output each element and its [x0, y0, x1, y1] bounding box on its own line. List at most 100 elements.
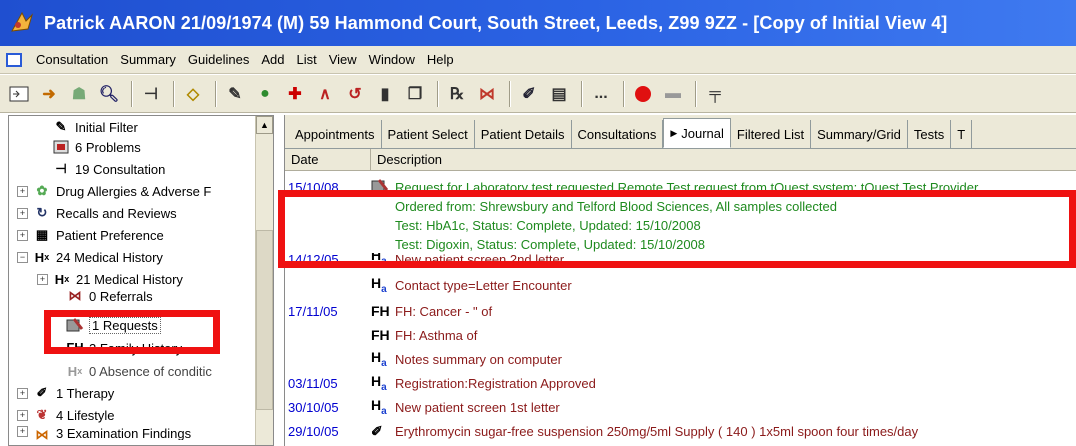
toolbar-separator	[509, 80, 511, 107]
entry-date: 17/11/05	[288, 303, 338, 319]
tree-item-recalls[interactable]: + ↻ Recalls and Reviews	[17, 202, 177, 224]
tree-item-lifestyle[interactable]: + ❦ 4 Lifestyle	[17, 404, 115, 426]
tree-item-examination[interactable]: + ⋈ 3 Examination Findings	[17, 426, 191, 440]
menu-view[interactable]: View	[323, 52, 363, 67]
search-patient-icon[interactable]: 🔍︎	[96, 81, 122, 107]
people-icon[interactable]: ☗	[66, 81, 92, 107]
consultation-icon: ⊣	[55, 161, 67, 176]
referral-icon: ⋈	[68, 288, 82, 303]
expand-toggle[interactable]: +	[17, 185, 28, 197]
tree-item-consultation[interactable]: ⊣ 19 Consultation	[51, 158, 165, 180]
menu-add[interactable]: Add	[255, 52, 290, 67]
tab-overflow[interactable]: T	[951, 120, 973, 148]
menu-help[interactable]: Help	[421, 52, 460, 67]
menu-summary[interactable]: Summary	[114, 52, 182, 67]
problems-icon	[51, 138, 71, 156]
expand-toggle[interactable]: +	[17, 207, 28, 219]
journal-panel: Appointments Patient Select Patient Deta…	[284, 115, 1076, 446]
scrollbar-thumb[interactable]	[256, 230, 273, 410]
tree-item-problems[interactable]: 6 Problems	[51, 136, 141, 158]
preference-icon: ▦	[35, 227, 49, 242]
toolbar-separator	[437, 80, 439, 107]
expand-toggle[interactable]: +	[37, 273, 48, 285]
tab-filtered-list[interactable]: Filtered List	[731, 120, 812, 148]
tree-item-label: 6 Problems	[75, 139, 141, 155]
entry-text: Notes summary on computer	[395, 351, 562, 367]
journal-row[interactable]: Ha Notes summary on computer	[285, 348, 562, 370]
tab-journal[interactable]: ▶ Journal	[663, 118, 731, 148]
tree-item-therapy[interactable]: + ✐ 1 Therapy	[17, 382, 114, 404]
lifestyle-icon: ❦	[36, 407, 48, 422]
app-logo-icon	[11, 11, 34, 32]
tree-item-label: 4 Lifestyle	[56, 407, 115, 423]
tab-appointments[interactable]: Appointments	[289, 120, 382, 148]
journal-row[interactable]: FH FH: Asthma of	[285, 324, 477, 346]
recall-icon[interactable]: ↺	[342, 81, 368, 107]
tab-journal-label: Journal	[681, 125, 724, 141]
toolbar: ➜ ☗ 🔍︎ ⊣ ◇ ✎ ● ✚ ∧ ↺ ▮ ❐ ℞ ⋈ ✐ ▤ ... ▬ ╤	[0, 75, 1076, 113]
journal-row[interactable]: 29/10/05 ✐ Erythromycin sugar-free suspe…	[285, 420, 918, 442]
active-tab-marker-icon: ▶	[670, 127, 678, 138]
diamond-icon[interactable]: ◇	[180, 81, 206, 107]
pen-icon[interactable]: ✐	[516, 81, 542, 107]
tree-item-medical-history-sub[interactable]: + Hx 21 Medical History	[37, 268, 183, 290]
expand-toggle[interactable]: +	[17, 409, 28, 421]
toolbar-separator	[581, 80, 583, 107]
journal-row[interactable]: 03/11/05 Ha Registration:Registration Ap…	[285, 372, 596, 394]
tab-patient-select[interactable]: Patient Select	[382, 120, 475, 148]
plus-icon[interactable]: ✚	[282, 81, 308, 107]
tree-item-patient-preference[interactable]: + ▦ Patient Preference	[17, 224, 164, 246]
history-code-icon: Ha	[371, 349, 387, 369]
menu-window[interactable]: Window	[363, 52, 421, 67]
date-column-header[interactable]: Date	[285, 149, 371, 170]
journal-row[interactable]: 30/10/05 Ha New patient screen 1st lette…	[285, 396, 560, 418]
tree-item-medical-history[interactable]: − Hx 24 Medical History	[17, 246, 163, 268]
navigation-tree: ✎ Initial Filter 6 Problems ⊣ 19 Consult…	[8, 115, 274, 446]
tree-item-label: 21 Medical History	[76, 271, 183, 287]
expand-toggle[interactable]: +	[17, 426, 28, 437]
pencil-icon: ✎	[55, 119, 67, 134]
description-column-header[interactable]: Description	[371, 149, 1076, 170]
copy-icon[interactable]: ❐	[402, 81, 428, 107]
tree-item-label: Patient Preference	[56, 227, 164, 243]
more-button[interactable]: ...	[588, 81, 614, 107]
edit-icon[interactable]: ✎	[222, 81, 248, 107]
tab-tests[interactable]: Tests	[908, 120, 952, 148]
tree-scrollbar[interactable]: ▲	[255, 116, 273, 445]
menu-consultation[interactable]: Consultation	[30, 52, 114, 67]
apple-icon[interactable]: ●	[252, 81, 278, 107]
mountain-icon[interactable]: ∧	[312, 81, 338, 107]
tree-item-absence[interactable]: Hx 0 Absence of conditic	[65, 360, 212, 382]
hx-icon: Hx	[54, 271, 70, 287]
record-icon[interactable]	[630, 81, 656, 107]
tree-item-initial-filter[interactable]: ✎ Initial Filter	[51, 116, 138, 138]
requests-highlight-box	[44, 310, 220, 354]
pin-icon[interactable]: ╤	[702, 81, 728, 107]
toolbar-separator	[623, 80, 625, 107]
expand-toggle[interactable]: +	[17, 387, 28, 399]
menu-list[interactable]: List	[290, 52, 322, 67]
tree-item-drug-allergies[interactable]: + ✿ Drug Allergies & Adverse F	[17, 180, 211, 202]
patient-arrow-icon[interactable]: ➜	[36, 81, 62, 107]
collapse-toggle[interactable]: −	[17, 251, 28, 263]
expand-toggle[interactable]: +	[17, 229, 28, 241]
notebook-icon[interactable]: ▮	[372, 81, 398, 107]
menu-guidelines[interactable]: Guidelines	[182, 52, 255, 67]
window-icon[interactable]	[6, 81, 32, 107]
referral-icon[interactable]: ⋈	[474, 81, 500, 107]
document-list-icon[interactable]: ▤	[546, 81, 572, 107]
scroll-up-icon[interactable]: ▲	[256, 116, 273, 134]
consultation-icon[interactable]: ⊣	[138, 81, 164, 107]
tab-consultations[interactable]: Consultations	[572, 120, 664, 148]
toolbar-separator	[695, 80, 697, 107]
rx-icon[interactable]: ℞	[444, 81, 470, 107]
document-icon[interactable]	[6, 52, 22, 67]
tab-summary-grid[interactable]: Summary/Grid	[811, 120, 908, 148]
tree-item-label: Initial Filter	[75, 119, 138, 135]
tree-item-label: 0 Absence of conditic	[89, 363, 212, 379]
minus-icon[interactable]: ▬	[660, 81, 686, 107]
journal-row[interactable]: Ha Contact type=Letter Encounter	[285, 274, 572, 296]
tree-item-referrals[interactable]: ⋈ 0 Referrals	[65, 288, 153, 304]
journal-row[interactable]: 17/11/05 FH FH: Cancer - " of	[285, 300, 492, 322]
tab-patient-details[interactable]: Patient Details	[475, 120, 572, 148]
